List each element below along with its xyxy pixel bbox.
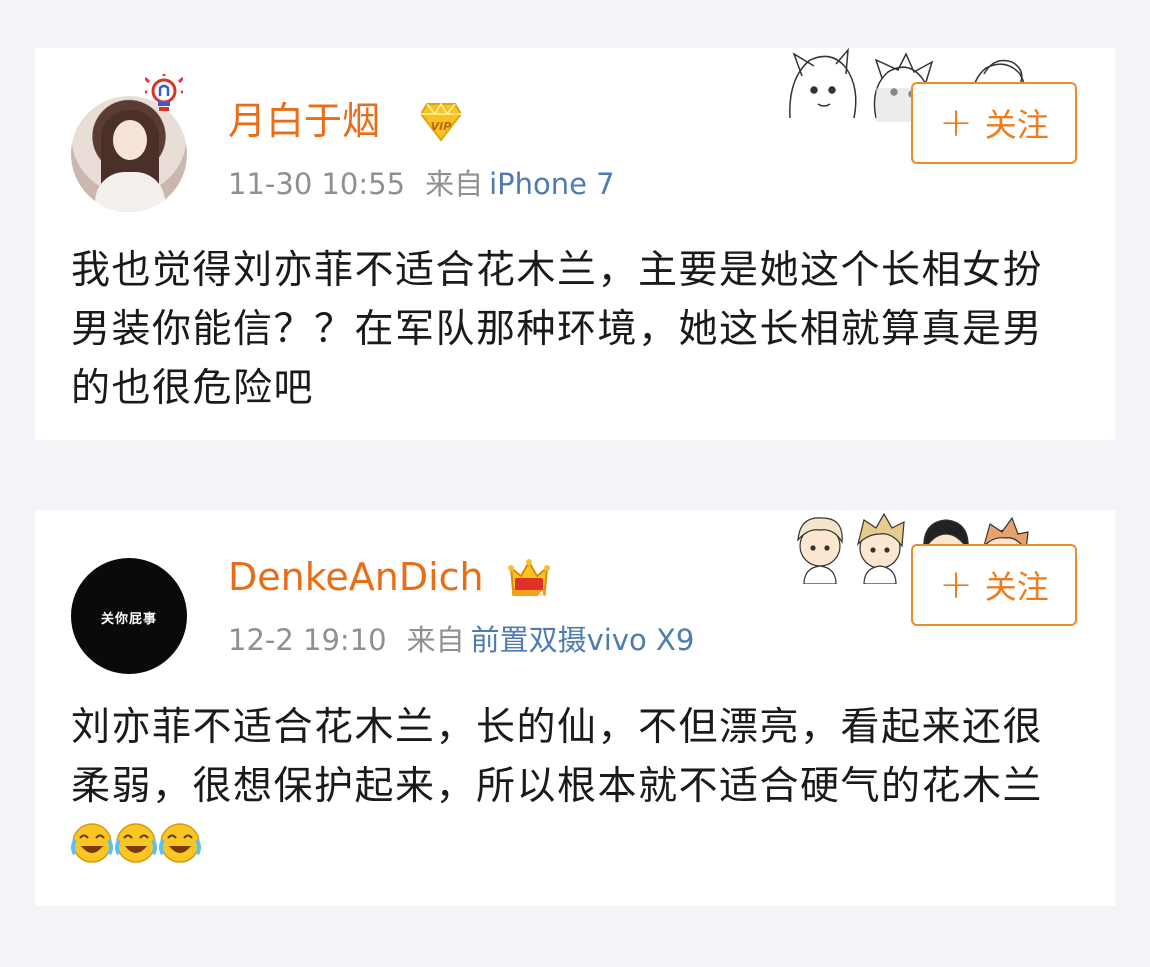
laugh-cry-emoji bbox=[71, 823, 113, 863]
laugh-cry-emoji bbox=[159, 823, 201, 863]
comment-text-block: 刘亦菲不适合花木兰，长的仙，不但漂亮，看起来还很柔弱，很想保护起来，所以根本就不… bbox=[71, 698, 1071, 875]
post-time: 11-30 10:55 bbox=[228, 167, 406, 201]
svg-text:4: 4 bbox=[538, 591, 544, 600]
weibo-comment-card: 月白于烟 VIP 11-30 10:55 来自 iPhone 7 + 关注 我也觉得… bbox=[35, 48, 1115, 440]
avatar-text: 关你屁事 bbox=[100, 612, 157, 627]
follow-label: 关注 bbox=[984, 568, 1049, 606]
post-time: 12-2 19:10 bbox=[228, 623, 387, 657]
comment-text: 我也觉得刘亦菲不适合花木兰，主要是她这个长相女扮男装你能信？？在军队那种环境，她… bbox=[71, 248, 1044, 411]
follow-button[interactable]: + 关注 bbox=[911, 544, 1077, 626]
laugh-cry-emoji bbox=[115, 823, 157, 863]
device-link[interactable]: iPhone 7 bbox=[489, 167, 615, 201]
post-meta: 11-30 10:55 来自 iPhone 7 bbox=[228, 166, 615, 202]
source-prefix: 来自 bbox=[425, 167, 484, 201]
username[interactable]: DenkeAnDich bbox=[228, 554, 484, 600]
device-link[interactable]: 前置双摄vivo X9 bbox=[471, 623, 695, 657]
crown-badge-icon: 4 bbox=[508, 559, 550, 600]
follow-label: 关注 bbox=[984, 106, 1049, 144]
comment-text: 刘亦菲不适合花木兰，长的仙，不但漂亮，看起来还很柔弱，很想保护起来，所以根本就不… bbox=[71, 705, 1044, 809]
plus-icon: + bbox=[939, 562, 973, 608]
follow-button[interactable]: + 关注 bbox=[911, 82, 1077, 164]
svg-text:VIP: VIP bbox=[431, 120, 452, 133]
lightbulb-badge-icon bbox=[145, 74, 183, 111]
vip-badge-icon: VIP bbox=[421, 102, 461, 142]
source-prefix: 来自 bbox=[406, 623, 465, 657]
username[interactable]: 月白于烟 bbox=[228, 98, 380, 144]
post-meta: 12-2 19:10 来自 前置双摄vivo X9 bbox=[228, 622, 694, 658]
plus-icon: + bbox=[939, 100, 973, 146]
user-avatar[interactable]: 关你屁事 bbox=[71, 558, 187, 674]
weibo-comment-card: 关你屁事 DenkeAnDich 4 12-2 19:10 来自 前置双摄vivo … bbox=[35, 510, 1115, 906]
